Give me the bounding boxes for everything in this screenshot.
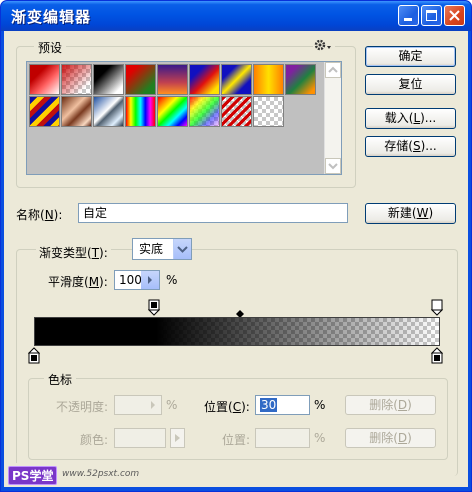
- close-button[interactable]: [444, 5, 465, 26]
- name-label: 名称(N):: [16, 208, 63, 222]
- color-location-unit: %: [314, 431, 326, 445]
- reset-button[interactable]: 复位: [365, 74, 456, 95]
- load-button[interactable]: 载入(L)...: [365, 108, 456, 129]
- scroll-down-button[interactable]: [325, 158, 341, 174]
- watermark-logo: PS学堂: [8, 466, 58, 485]
- dropdown-button[interactable]: [173, 239, 191, 259]
- maximize-icon: [426, 10, 437, 21]
- gradient-type-label: 渐变类型(T):: [36, 244, 111, 261]
- preset-scrollbar[interactable]: [324, 62, 341, 174]
- color-location-input: [255, 428, 310, 448]
- color-stop-right[interactable]: [431, 347, 443, 364]
- location-label: 位置(C):: [204, 400, 250, 414]
- preset-swatch[interactable]: [285, 64, 316, 95]
- preset-swatch[interactable]: [29, 64, 60, 95]
- color-menu-button: [170, 428, 185, 448]
- name-input[interactable]: 自定: [78, 203, 348, 223]
- preset-swatch[interactable]: [221, 64, 252, 95]
- gradient-fill: [35, 318, 439, 345]
- chevron-down-icon: [177, 246, 188, 253]
- watermark: PS学堂 www.52psxt.com: [4, 463, 154, 487]
- minimize-button[interactable]: [398, 5, 419, 26]
- location-input[interactable]: 30: [255, 395, 310, 415]
- preset-list[interactable]: [26, 61, 342, 175]
- new-button[interactable]: 新建(W): [365, 203, 456, 224]
- smoothness-input[interactable]: 100: [114, 270, 160, 290]
- preset-swatch[interactable]: [253, 96, 284, 127]
- color-location-label: 位置:: [222, 433, 251, 447]
- preset-swatch[interactable]: [189, 64, 220, 95]
- color-label: 颜色:: [80, 433, 109, 447]
- arrow-down-icon: [328, 163, 338, 170]
- location-value: 30: [260, 398, 278, 412]
- arrow-right-icon: [175, 434, 180, 442]
- preset-swatch[interactable]: [189, 96, 220, 127]
- preset-swatch[interactable]: [61, 96, 92, 127]
- gradient-type-select[interactable]: 实底: [132, 238, 192, 260]
- stops-label: 色标: [44, 371, 77, 388]
- smoothness-slider-button[interactable]: [141, 271, 159, 289]
- arrow-right-icon: [151, 401, 155, 409]
- minimize-icon: [404, 18, 412, 21]
- delete-opacity-stop-button: 删除(D): [345, 395, 436, 415]
- preset-swatch[interactable]: [221, 96, 252, 127]
- smoothness-value: 100: [119, 273, 142, 287]
- watermark-url: www.52psxt.com: [62, 469, 140, 479]
- preset-swatch[interactable]: [125, 64, 156, 95]
- smoothness-unit: %: [166, 273, 178, 287]
- opacity-unit: %: [166, 398, 178, 412]
- preset-swatch[interactable]: [253, 64, 284, 95]
- opacity-label: 不透明度:: [56, 400, 109, 414]
- title-bar[interactable]: 渐变编辑器: [1, 1, 471, 31]
- opacity-stop-right[interactable]: [431, 299, 443, 316]
- dialog-body: 预设 确定 复位 载入(L)... 存储(S)... 名称(N): 自定 新建(…: [4, 31, 468, 487]
- preset-swatch[interactable]: [61, 64, 92, 95]
- arrow-right-icon: [148, 276, 152, 284]
- close-icon: [449, 10, 460, 21]
- gradient-editor-window: 渐变编辑器 预设 确定 复位 载入(L)... 存储(S)... 名称(N): …: [0, 0, 472, 492]
- preset-swatch[interactable]: [125, 96, 156, 127]
- opacity-input: [114, 395, 162, 415]
- color-swatch: [114, 428, 166, 448]
- opacity-stop-left[interactable]: [148, 299, 160, 316]
- color-stop-left[interactable]: [28, 347, 40, 364]
- presets-menu-button[interactable]: [313, 38, 335, 52]
- location-unit: %: [314, 398, 326, 412]
- maximize-button[interactable]: [421, 5, 442, 26]
- preset-swatch[interactable]: [93, 64, 124, 95]
- delete-color-stop-button: 删除(D): [345, 428, 436, 448]
- preset-grid: [29, 64, 323, 134]
- preset-swatch[interactable]: [157, 64, 188, 95]
- smoothness-label: 平滑度(M):: [48, 275, 108, 289]
- opacity-slider-button: [145, 396, 161, 414]
- scroll-up-button[interactable]: [325, 62, 341, 78]
- preset-swatch[interactable]: [93, 96, 124, 127]
- save-button[interactable]: 存储(S)...: [365, 136, 456, 157]
- presets-label: 预设: [34, 39, 67, 56]
- gradient-preview-bar[interactable]: [34, 317, 440, 346]
- gradient-type-value: 实底: [139, 242, 164, 256]
- preset-swatch[interactable]: [157, 96, 188, 127]
- preset-swatch[interactable]: [29, 96, 60, 127]
- ok-button[interactable]: 确定: [365, 46, 456, 67]
- window-title: 渐变编辑器: [11, 8, 92, 26]
- arrow-up-icon: [328, 66, 338, 73]
- gear-icon: [314, 39, 331, 51]
